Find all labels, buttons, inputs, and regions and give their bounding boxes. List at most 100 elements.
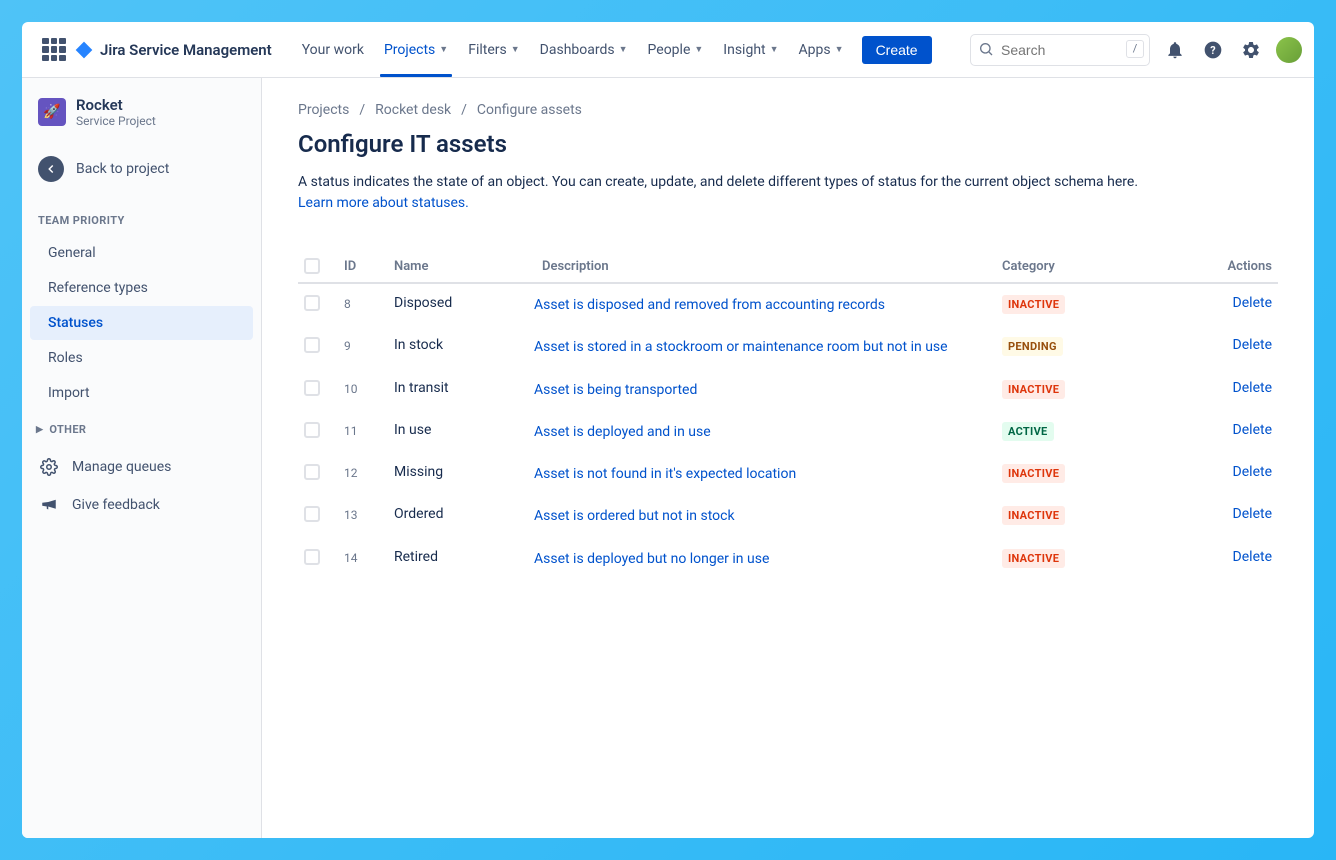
row-id: 13 <box>344 506 394 522</box>
project-type: Service Project <box>76 114 156 128</box>
manage-queues-label: Manage queues <box>72 459 171 475</box>
page-description: A status indicates the state of an objec… <box>298 172 1278 214</box>
row-checkbox[interactable] <box>304 422 320 438</box>
row-description[interactable]: Asset is stored in a stockroom or mainte… <box>534 337 1002 357</box>
delete-link[interactable]: Delete <box>1182 380 1272 396</box>
project-icon <box>38 98 66 126</box>
table-row: 11In useAsset is deployed and in useACTI… <box>298 411 1278 453</box>
breadcrumb-project[interactable]: Rocket desk <box>375 102 451 118</box>
nav-item-people[interactable]: People▼ <box>638 22 714 77</box>
table-header: ID Name Description Category Actions <box>298 250 1278 284</box>
row-description[interactable]: Asset is disposed and removed from accou… <box>534 295 1002 315</box>
status-table: ID Name Description Category Actions 8Di… <box>298 250 1278 580</box>
help-icon[interactable]: ? <box>1200 37 1226 63</box>
table-row: 12MissingAsset is not found in it's expe… <box>298 453 1278 495</box>
row-category: PENDING <box>1002 337 1182 356</box>
row-checkbox[interactable] <box>304 380 320 396</box>
row-checkbox[interactable] <box>304 464 320 480</box>
nav-item-projects[interactable]: Projects▼ <box>374 22 458 77</box>
row-id: 12 <box>344 464 394 480</box>
delete-link[interactable]: Delete <box>1182 464 1272 480</box>
product-name: Jira Service Management <box>100 41 272 59</box>
app-switcher-icon[interactable] <box>42 38 66 62</box>
nav-item-insight[interactable]: Insight▼ <box>713 22 788 77</box>
row-description[interactable]: Asset is ordered but not in stock <box>534 506 1002 526</box>
chevron-down-icon: ▼ <box>770 44 779 55</box>
row-name: Retired <box>394 549 534 565</box>
notifications-icon[interactable] <box>1162 37 1188 63</box>
row-category: INACTIVE <box>1002 295 1182 314</box>
row-checkbox[interactable] <box>304 506 320 522</box>
nav-item-apps[interactable]: Apps▼ <box>789 22 854 77</box>
search-input[interactable] <box>970 34 1150 66</box>
megaphone-icon <box>40 496 58 514</box>
settings-icon[interactable] <box>1238 37 1264 63</box>
main-content: Projects / Rocket desk / Configure asset… <box>262 78 1314 838</box>
nav-item-dashboards[interactable]: Dashboards▼ <box>530 22 638 77</box>
manage-queues[interactable]: Manage queues <box>22 448 261 486</box>
row-name: In use <box>394 422 534 438</box>
search-icon <box>978 41 994 61</box>
learn-more-link[interactable]: Learn more about statuses. <box>298 195 469 211</box>
delete-link[interactable]: Delete <box>1182 549 1272 565</box>
col-description: Description <box>534 259 1002 274</box>
breadcrumb: Projects / Rocket desk / Configure asset… <box>298 102 1278 118</box>
select-all-checkbox[interactable] <box>304 258 320 274</box>
product-logo[interactable]: Jira Service Management <box>74 40 272 60</box>
row-description[interactable]: Asset is deployed and in use <box>534 422 1002 442</box>
create-button[interactable]: Create <box>862 36 932 64</box>
row-id: 9 <box>344 337 394 353</box>
breadcrumb-current[interactable]: Configure assets <box>477 102 582 118</box>
project-header[interactable]: Rocket Service Project <box>22 96 261 142</box>
delete-link[interactable]: Delete <box>1182 295 1272 311</box>
page-title: Configure IT assets <box>298 130 1278 158</box>
nav-item-filters[interactable]: Filters▼ <box>458 22 529 77</box>
gear-icon <box>40 458 58 476</box>
sidebar-section-other[interactable]: ▶ OTHER <box>22 411 261 448</box>
user-avatar[interactable] <box>1276 37 1302 63</box>
table-row: 14RetiredAsset is deployed but no longer… <box>298 538 1278 580</box>
delete-link[interactable]: Delete <box>1182 506 1272 522</box>
chevron-down-icon: ▼ <box>694 44 703 55</box>
row-category: INACTIVE <box>1002 549 1182 568</box>
sidebar-item-statuses[interactable]: Statuses <box>30 306 253 340</box>
row-description[interactable]: Asset is deployed but no longer in use <box>534 549 1002 569</box>
sidebar: Rocket Service Project Back to project T… <box>22 78 262 838</box>
jira-icon <box>74 40 94 60</box>
sidebar-item-import[interactable]: Import <box>30 376 253 410</box>
give-feedback-label: Give feedback <box>72 497 160 513</box>
table-row: 13OrderedAsset is ordered but not in sto… <box>298 495 1278 537</box>
delete-link[interactable]: Delete <box>1182 422 1272 438</box>
sidebar-section-other-label: OTHER <box>49 423 86 436</box>
row-description[interactable]: Asset is not found in it's expected loca… <box>534 464 1002 484</box>
chevron-down-icon: ▼ <box>835 44 844 55</box>
breadcrumb-projects[interactable]: Projects <box>298 102 349 118</box>
give-feedback[interactable]: Give feedback <box>22 486 261 524</box>
table-row: 8DisposedAsset is disposed and removed f… <box>298 284 1278 326</box>
row-name: Disposed <box>394 295 534 311</box>
row-checkbox[interactable] <box>304 337 320 353</box>
top-nav: Jira Service Management Your workProject… <box>22 22 1314 78</box>
col-category: Category <box>1002 259 1182 274</box>
chevron-right-icon: ▶ <box>36 425 43 435</box>
row-description[interactable]: Asset is being transported <box>534 380 1002 400</box>
table-row: 9In stockAsset is stored in a stockroom … <box>298 326 1278 368</box>
sidebar-section-team-priority: TEAM PRIORITY <box>22 196 261 235</box>
row-category: INACTIVE <box>1002 380 1182 399</box>
delete-link[interactable]: Delete <box>1182 337 1272 353</box>
row-name: Missing <box>394 464 534 480</box>
project-name: Rocket <box>76 96 156 114</box>
sidebar-item-roles[interactable]: Roles <box>30 341 253 375</box>
row-checkbox[interactable] <box>304 549 320 565</box>
search-shortcut-badge: / <box>1126 40 1144 58</box>
nav-items-container: Your workProjects▼Filters▼Dashboards▼Peo… <box>292 22 854 77</box>
row-checkbox[interactable] <box>304 295 320 311</box>
row-name: In stock <box>394 337 534 353</box>
sidebar-item-reference-types[interactable]: Reference types <box>30 271 253 305</box>
nav-item-your-work[interactable]: Your work <box>292 22 374 77</box>
chevron-down-icon: ▼ <box>439 44 448 55</box>
sidebar-item-general[interactable]: General <box>30 236 253 270</box>
row-id: 8 <box>344 295 394 311</box>
back-to-project[interactable]: Back to project <box>22 142 261 196</box>
row-category: INACTIVE <box>1002 506 1182 525</box>
